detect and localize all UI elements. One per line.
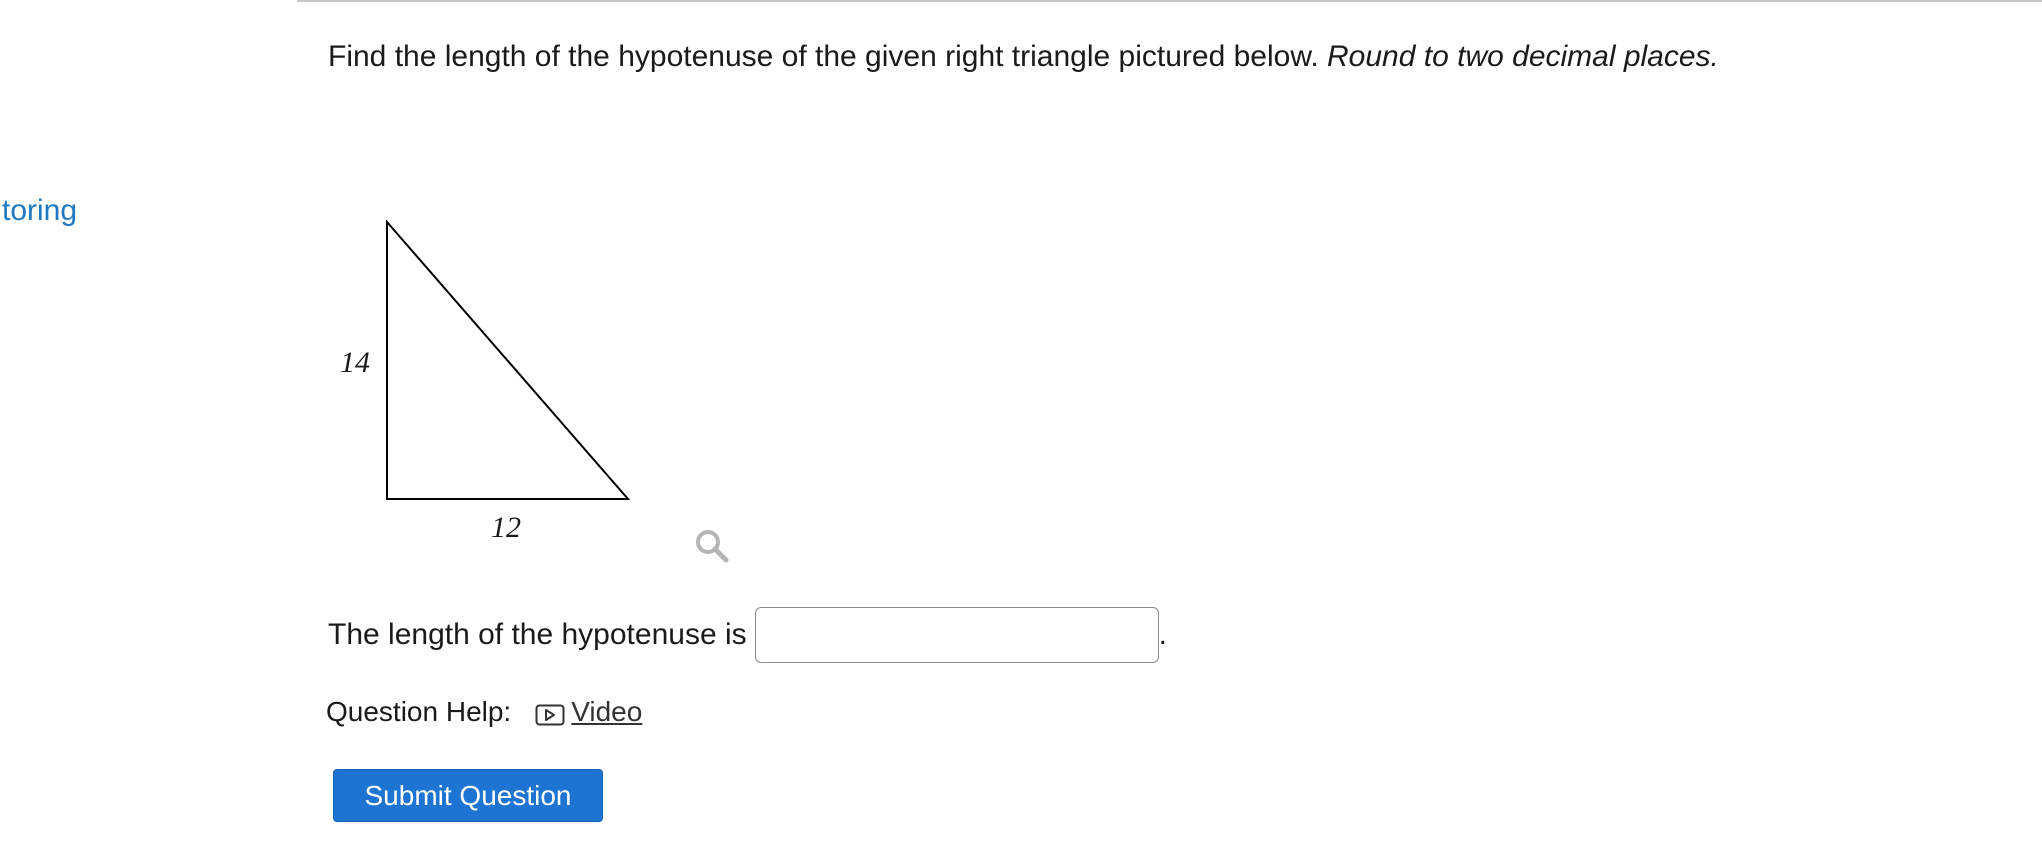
triangle-figure: 14 12	[330, 210, 750, 580]
triangle-svg: 14 12	[340, 219, 631, 544]
page: toring Find the length of the hypotenuse…	[0, 0, 2042, 852]
top-divider	[297, 0, 2042, 2]
question-text: Find the length of the hypotenuse of the…	[328, 36, 1728, 78]
question-instruction: Round to two decimal places.	[1327, 40, 1719, 73]
answer-trailing-period: .	[1158, 618, 1167, 651]
question-help: Question Help: Video	[326, 696, 642, 728]
question-help-label: Question Help:	[326, 696, 512, 727]
question-prompt: Find the length of the hypotenuse of the…	[328, 40, 1319, 73]
video-help-label: Video	[571, 696, 643, 727]
hypotenuse-answer-input[interactable]	[754, 607, 1159, 663]
video-help-link[interactable]: Video	[535, 696, 642, 728]
vertical-side-label: 14	[340, 346, 370, 379]
sidebar-tutoring-link[interactable]: toring	[2, 194, 77, 228]
answer-label: The length of the hypotenuse is	[328, 618, 747, 651]
magnify-icon[interactable]	[694, 528, 730, 564]
horizontal-side-label: 12	[491, 511, 521, 544]
submit-question-button[interactable]: Submit Question	[333, 769, 603, 822]
right-triangle	[386, 219, 631, 500]
video-play-icon	[535, 701, 565, 726]
answer-row: The length of the hypotenuse is .	[328, 604, 1167, 666]
